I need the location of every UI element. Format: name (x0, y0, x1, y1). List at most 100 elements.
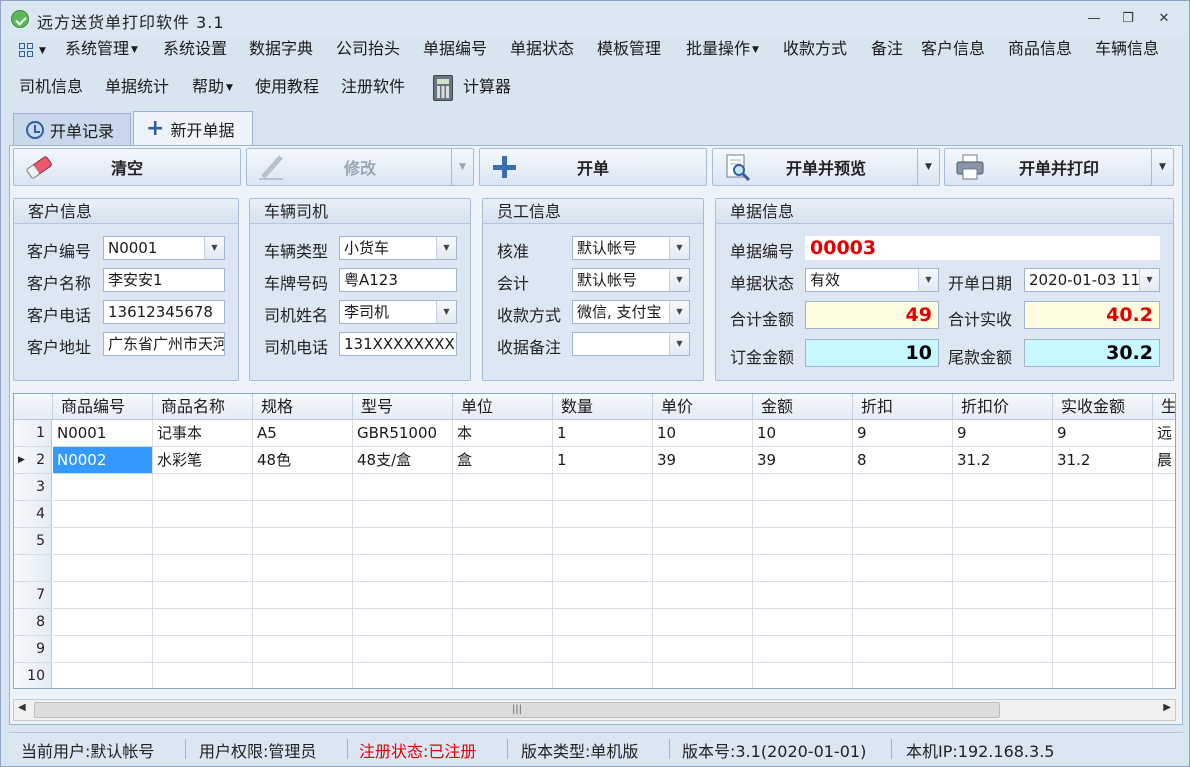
edit-button[interactable]: 修改 ▼ (246, 148, 474, 186)
grid-cell[interactable]: 8 (853, 447, 953, 474)
grid-cell[interactable] (1153, 609, 1175, 636)
grid-row-header[interactable]: 10 (14, 663, 52, 688)
grid-cell[interactable] (253, 636, 353, 663)
grid-cell[interactable] (653, 663, 753, 688)
grid-cell[interactable] (153, 663, 253, 688)
clear-button[interactable]: 清空 (13, 148, 241, 186)
menu-vehicle-info[interactable]: 车辆信息 (1095, 37, 1159, 61)
grid-cell[interactable]: 本 (453, 420, 553, 447)
menu-product-info[interactable]: 商品信息 (1008, 37, 1072, 61)
customer-code-field[interactable]: N0001 ▼ (103, 236, 225, 260)
menu-template-management[interactable]: 模板管理 (597, 37, 661, 61)
grid-cell[interactable] (753, 663, 853, 688)
grid-cell[interactable]: 10 (653, 420, 753, 447)
grid-cell[interactable] (53, 528, 153, 555)
grid-cell[interactable] (953, 636, 1053, 663)
grid-cell[interactable] (553, 663, 653, 688)
grid-cell[interactable] (553, 501, 653, 528)
grid-cell[interactable] (1053, 528, 1153, 555)
menu-register[interactable]: 注册软件 (341, 75, 405, 99)
grid-cell[interactable] (353, 609, 453, 636)
grid-cell[interactable] (253, 663, 353, 688)
grid-cell[interactable] (653, 528, 753, 555)
balance-amount-field[interactable]: 30.2 (1024, 339, 1160, 367)
grid-cell[interactable] (753, 582, 853, 609)
grid-cell[interactable]: 31.2 (1053, 447, 1153, 474)
grid-cell[interactable] (1053, 501, 1153, 528)
calculator-icon[interactable] (433, 75, 453, 101)
order-number-field[interactable]: 00003 (805, 236, 1160, 260)
grid-cell[interactable] (253, 555, 353, 582)
grid-row-header[interactable]: 7 (14, 582, 52, 609)
grid-cell[interactable] (953, 555, 1053, 582)
grid-cell[interactable] (453, 582, 553, 609)
grid-cell[interactable] (753, 636, 853, 663)
grid-cell[interactable]: 48支/盒 (353, 447, 453, 474)
grid-cell[interactable] (53, 636, 153, 663)
grid-cell[interactable] (553, 555, 653, 582)
menu-batch-operations[interactable]: 批量操作 ▼ (686, 37, 759, 61)
horizontal-scrollbar[interactable]: ◀ ||| ▶ (13, 699, 1176, 721)
grid-cell[interactable] (53, 609, 153, 636)
close-button[interactable]: ✕ (1151, 9, 1177, 29)
grid-cell[interactable] (253, 474, 353, 501)
approver-field[interactable]: 默认帐号 ▼ (572, 236, 690, 260)
deposit-amount-field[interactable]: 10 (805, 339, 939, 367)
grid-column-header[interactable]: 单价 (653, 394, 753, 420)
grid-cell[interactable] (753, 609, 853, 636)
menu-document-statistics[interactable]: 单据统计 (105, 75, 169, 99)
grid-column-header[interactable]: 实收金额 (1053, 394, 1153, 420)
grid-cell[interactable] (253, 582, 353, 609)
grid-column-header[interactable]: 生 (1153, 394, 1175, 420)
grid-cell[interactable]: 48色 (253, 447, 353, 474)
grid-cell[interactable] (253, 528, 353, 555)
grid-cell[interactable] (1153, 528, 1175, 555)
grid-cell[interactable] (453, 501, 553, 528)
chevron-down-icon[interactable]: ▼ (918, 269, 938, 291)
order-date-field[interactable]: 2020-01-03 11 ▼ (1024, 268, 1160, 292)
grid-cell[interactable] (253, 501, 353, 528)
grid-cell[interactable] (553, 474, 653, 501)
grid-cell[interactable] (153, 528, 253, 555)
grid-cell[interactable] (1053, 636, 1153, 663)
grid-cell[interactable] (853, 474, 953, 501)
create-print-button[interactable]: 开单并打印 ▼ (944, 148, 1174, 186)
grid-cell[interactable]: 10 (753, 420, 853, 447)
driver-name-field[interactable]: 李司机 ▼ (339, 300, 457, 324)
grid-column-header[interactable]: 单位 (453, 394, 553, 420)
grid-cell[interactable] (653, 474, 753, 501)
grid-cell[interactable] (1053, 474, 1153, 501)
grid-cell[interactable] (53, 582, 153, 609)
grid-row-header[interactable]: 4 (14, 501, 52, 528)
grid-cell[interactable] (653, 501, 753, 528)
grid-cell[interactable] (1153, 555, 1175, 582)
grid-cell[interactable] (753, 501, 853, 528)
product-grid[interactable]: 商品编号 商品名称 规格 型号 单位 数量 单价 金额 折扣 折扣价 实收金额生 1 N0001 记事本 A… (13, 393, 1176, 689)
payment-method-field[interactable]: 微信, 支付宝 ▼ (572, 300, 690, 324)
grid-cell[interactable] (553, 582, 653, 609)
grid-cell[interactable] (153, 501, 253, 528)
grid-cell[interactable] (553, 609, 653, 636)
menu-document-status[interactable]: 单据状态 (510, 37, 574, 61)
grid-cell[interactable] (1153, 636, 1175, 663)
chevron-down-icon[interactable]: ▼ (669, 333, 689, 355)
grid-cell[interactable] (153, 474, 253, 501)
plate-number-field[interactable]: 粤A123 (339, 268, 457, 292)
grid-cell[interactable] (653, 636, 753, 663)
grid-cell[interactable] (953, 582, 1053, 609)
grid-column-header[interactable]: 数量 (553, 394, 653, 420)
chevron-down-icon[interactable]: ▼ (669, 301, 689, 323)
grid-cell[interactable] (853, 663, 953, 688)
apps-menu-caret[interactable]: ▼ (39, 39, 46, 63)
grid-cell[interactable]: 9 (853, 420, 953, 447)
scroll-right-icon[interactable]: ▶ (1163, 702, 1171, 713)
grid-cell[interactable] (953, 474, 1053, 501)
grid-cell[interactable] (353, 555, 453, 582)
grid-row-header[interactable]: 5 (14, 528, 52, 555)
grid-cell[interactable] (453, 663, 553, 688)
grid-column-header[interactable]: 折扣 (853, 394, 953, 420)
grid-cell[interactable] (853, 555, 953, 582)
grid-cell[interactable] (1153, 501, 1175, 528)
grid-row-header[interactable]: 3 (14, 474, 52, 501)
grid-cell[interactable] (1153, 663, 1175, 688)
